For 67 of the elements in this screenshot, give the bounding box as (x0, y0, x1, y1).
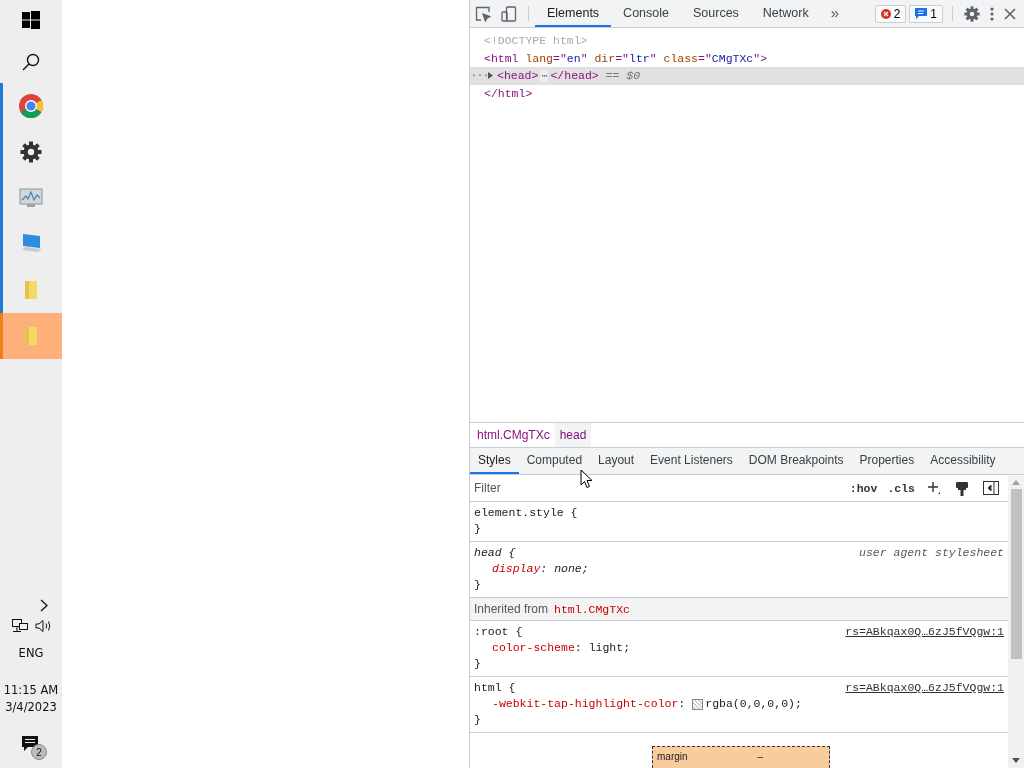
closing-brace: } (474, 656, 481, 672)
rule-selector: element.style { (474, 505, 578, 521)
language-indicator[interactable]: ENG (18, 646, 44, 660)
scrollbar[interactable] (1008, 475, 1024, 768)
messages-counter[interactable]: 1 (909, 4, 943, 23)
paint-roller-icon (955, 480, 969, 496)
inspect-icon (475, 5, 491, 22)
devtools-tab[interactable]: Network (750, 0, 821, 27)
breadcrumb[interactable]: html.CMgTXc (472, 423, 555, 447)
box-model-margin: margin – (652, 746, 830, 768)
chrome-icon (18, 93, 44, 119)
message-icon (22, 736, 38, 751)
inherited-selector[interactable]: html.CMgTXc (554, 602, 630, 616)
clock-time: 11:15 AM (3, 682, 59, 699)
css-declaration: -webkit-tap-highlight-color: rgba(0,0,0,0); (491, 696, 803, 712)
inherited-label: Inherited from (474, 602, 549, 616)
dom-node-line[interactable]: <html lang="en" dir="ltr" class="CMgTXc"> (470, 49, 1024, 67)
panel-tab[interactable]: Layout (590, 448, 643, 474)
search-icon (22, 52, 40, 71)
plus-icon (927, 481, 941, 495)
breadcrumb[interactable]: head (554, 423, 592, 447)
monitor-icon (18, 186, 44, 210)
expand-triangle-icon[interactable] (487, 72, 494, 80)
closing-brace: } (474, 577, 481, 593)
folder-icon (24, 326, 38, 346)
source-label: user agent stylesheet (859, 545, 1004, 561)
rule-selector: head { (474, 545, 516, 561)
chevron-icon[interactable] (40, 599, 48, 612)
speaker-icon[interactable] (34, 619, 52, 633)
devtools-tab[interactable]: Sources (681, 0, 751, 27)
css-declaration: color-scheme: light; (491, 640, 632, 656)
cls-button[interactable]: .cls (884, 481, 918, 495)
errors-counter[interactable]: 2 (874, 4, 907, 23)
error-icon (880, 8, 891, 19)
panel-tab[interactable]: Computed (518, 448, 591, 474)
rule-selector: html { (474, 680, 516, 696)
source-link[interactable]: rs=ABkqax0Q…6zJ5fVQgw:1 (845, 680, 1004, 696)
notification-count: 2 (31, 744, 47, 760)
hov-button[interactable]: :hov (846, 481, 881, 495)
dom-node-line[interactable]: </html> (470, 84, 1024, 102)
sidebar-toggle-icon (983, 481, 999, 495)
source-link[interactable]: rs=ABkqax0Q…6zJ5fVQgw:1 (845, 624, 1004, 640)
network-icon[interactable] (10, 618, 29, 634)
closing-brace: } (474, 521, 481, 537)
windows-logo-icon (22, 11, 40, 29)
folder-icon (24, 280, 38, 300)
mouse-cursor-icon (580, 469, 593, 489)
rule-selector: :root { (474, 624, 523, 640)
close-icon (1004, 7, 1016, 20)
kebab-menu-icon (990, 6, 994, 21)
more-tabs-button[interactable]: » (820, 0, 850, 27)
devtools-tab[interactable]: Console (611, 0, 681, 27)
clock-date: 3/4/2023 (5, 699, 57, 716)
panel-tab[interactable]: Properties (851, 448, 923, 474)
panel-tab[interactable]: Styles (470, 448, 519, 474)
panel-tab[interactable]: Event Listeners (642, 448, 741, 474)
settings-icon (964, 5, 980, 22)
device-icon (501, 5, 517, 22)
scroll-down-icon[interactable] (1012, 758, 1020, 764)
devtools-tab[interactable]: Elements (535, 0, 612, 27)
closing-brace: } (474, 712, 481, 728)
css-declaration: display: none; (491, 561, 590, 577)
message-icon (915, 8, 928, 19)
notification-button[interactable]: 2 (16, 734, 46, 760)
gear-icon (20, 141, 42, 163)
panel-tab[interactable]: Accessibility (922, 448, 1004, 474)
panel-tab[interactable]: DOM Breakpoints (740, 448, 852, 474)
